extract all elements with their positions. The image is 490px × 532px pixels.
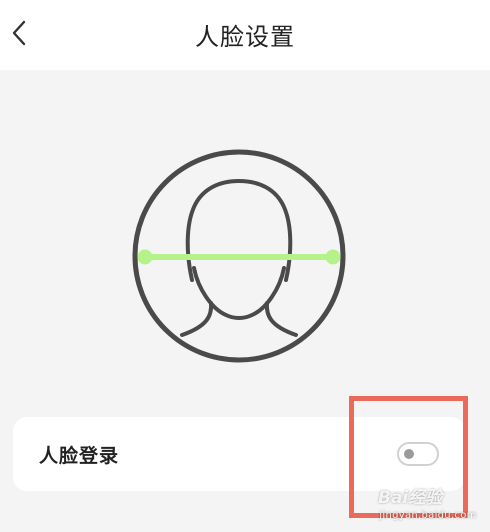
- face-login-toggle[interactable]: [397, 442, 439, 466]
- face-scan-icon: [132, 149, 346, 363]
- toggle-knob: [404, 449, 414, 459]
- face-login-setting: 人脸登录: [13, 417, 465, 491]
- face-login-label: 人脸登录: [39, 445, 120, 467]
- page-title: 人脸设置: [195, 23, 295, 51]
- face-settings-page: 人脸设置 人脸登录 Bai经验 jingyan.baidu.com: [0, 0, 490, 532]
- watermark-url: jingyan.baidu.com: [379, 510, 477, 521]
- header-bar: 人脸设置: [0, 0, 490, 70]
